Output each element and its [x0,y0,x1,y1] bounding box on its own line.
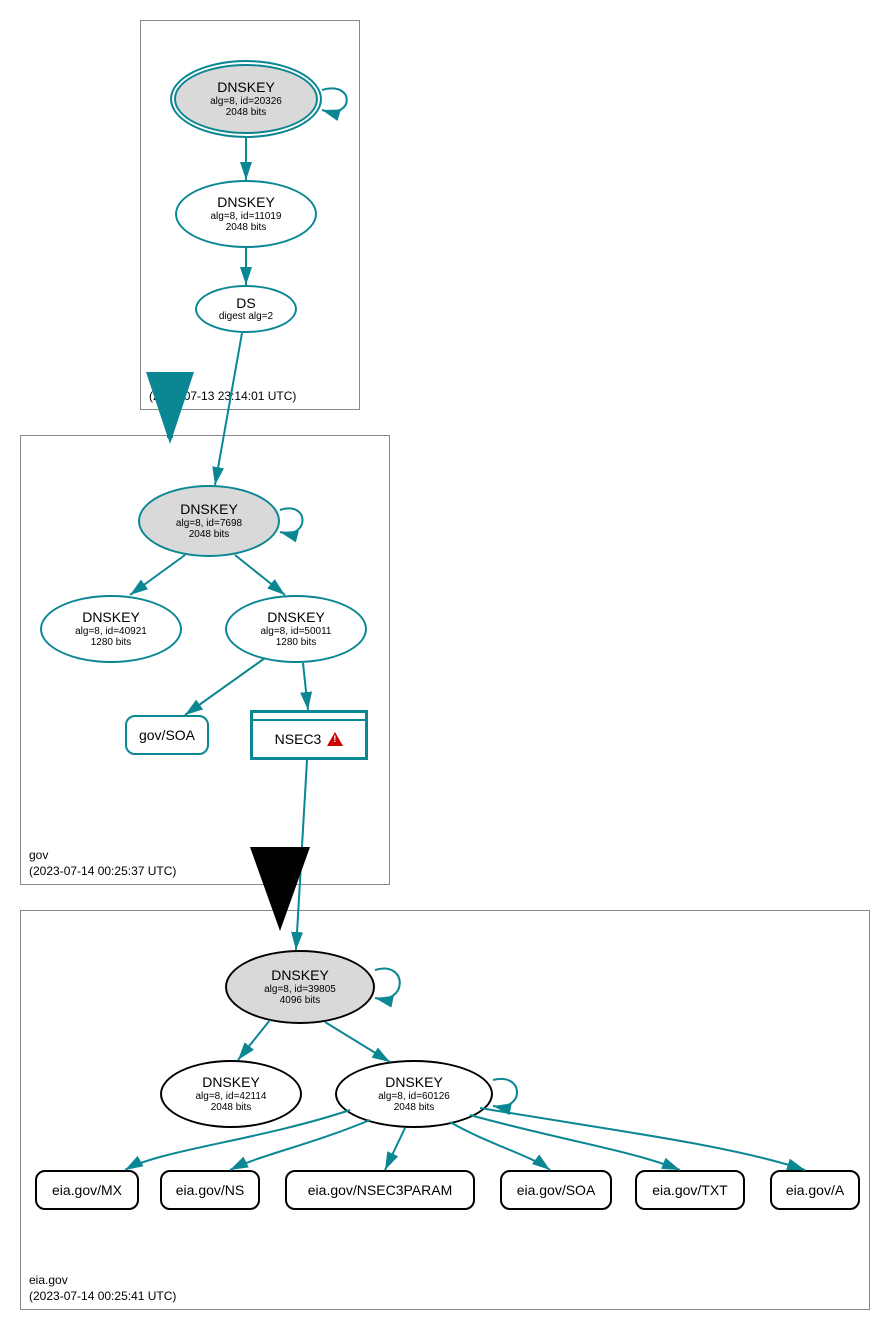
zone-root-label: . [149,373,152,387]
eia-a-title: eia.gov/A [786,1182,844,1198]
eia-zsk2-alg: alg=8, id=60126 [378,1091,450,1103]
eia-ksk-bits: 4096 bits [280,995,321,1007]
gov-ksk-title: DNSKEY [180,501,238,517]
eia-zsk1-title: DNSKEY [202,1074,260,1090]
root-ksk-bits: 2048 bits [226,107,267,119]
zone-gov-timestamp: (2023-07-14 00:25:37 UTC) [29,864,176,878]
gov-zsk2-title: DNSKEY [267,609,325,625]
gov-nsec3-title: NSEC3 [275,731,322,747]
eia-zsk2-title: DNSKEY [385,1074,443,1090]
node-eia-a: eia.gov/A [770,1170,860,1210]
eia-ksk-title: DNSKEY [271,967,329,983]
node-eia-txt: eia.gov/TXT [635,1170,745,1210]
gov-zsk1-title: DNSKEY [82,609,140,625]
eia-ns-title: eia.gov/NS [176,1182,244,1198]
root-zsk-title: DNSKEY [217,194,275,210]
root-zsk-alg: alg=8, id=11019 [211,211,282,223]
node-root-zsk: DNSKEY alg=8, id=11019 2048 bits [175,180,317,248]
node-gov-ksk: DNSKEY alg=8, id=7698 2048 bits [138,485,280,557]
node-root-ds: DS digest alg=2 [195,285,297,333]
root-ksk-title: DNSKEY [217,79,275,95]
root-zsk-bits: 2048 bits [226,222,267,234]
root-ds-title: DS [236,295,255,311]
gov-zsk1-alg: alg=8, id=40921 [75,626,147,638]
eia-zsk1-bits: 2048 bits [211,1102,252,1114]
eia-n3p-title: eia.gov/NSEC3PARAM [308,1182,452,1198]
gov-zsk2-alg: alg=8, id=50011 [261,626,332,638]
zone-gov-label: gov [29,848,48,862]
gov-zsk2-bits: 1280 bits [276,637,317,649]
node-eia-ksk: DNSKEY alg=8, id=39805 4096 bits [225,950,375,1024]
zone-eia-label: eia.gov [29,1273,68,1287]
gov-zsk1-bits: 1280 bits [91,637,132,649]
node-eia-zsk2: DNSKEY alg=8, id=60126 2048 bits [335,1060,493,1128]
node-gov-zsk2: DNSKEY alg=8, id=50011 1280 bits [225,595,367,663]
node-eia-ns: eia.gov/NS [160,1170,260,1210]
node-eia-n3p: eia.gov/NSEC3PARAM [285,1170,475,1210]
eia-soa-title: eia.gov/SOA [517,1182,596,1198]
zone-root-timestamp: (2023-07-13 23:14:01 UTC) [149,389,296,403]
node-root-ksk: DNSKEY alg=8, id=20326 2048 bits [170,60,322,138]
root-ds-alg: digest alg=2 [219,311,273,323]
diagram-container: . (2023-07-13 23:14:01 UTC) DNSKEY alg=8… [10,10,873,1316]
gov-ksk-alg: alg=8, id=7698 [176,518,242,530]
eia-txt-title: eia.gov/TXT [652,1182,727,1198]
eia-ksk-alg: alg=8, id=39805 [264,984,336,996]
root-ksk-alg: alg=8, id=20326 [210,96,282,108]
node-eia-zsk1: DNSKEY alg=8, id=42114 2048 bits [160,1060,302,1128]
eia-zsk2-bits: 2048 bits [394,1102,435,1114]
zone-eia-timestamp: (2023-07-14 00:25:41 UTC) [29,1289,176,1303]
node-gov-nsec3: NSEC3 [250,710,368,760]
node-eia-mx: eia.gov/MX [35,1170,139,1210]
eia-mx-title: eia.gov/MX [52,1182,122,1198]
warning-icon [327,732,343,746]
node-eia-soa: eia.gov/SOA [500,1170,612,1210]
node-gov-zsk1: DNSKEY alg=8, id=40921 1280 bits [40,595,182,663]
gov-ksk-bits: 2048 bits [189,529,230,541]
gov-soa-title: gov/SOA [139,727,195,743]
node-gov-soa: gov/SOA [125,715,209,755]
eia-zsk1-alg: alg=8, id=42114 [196,1091,267,1103]
